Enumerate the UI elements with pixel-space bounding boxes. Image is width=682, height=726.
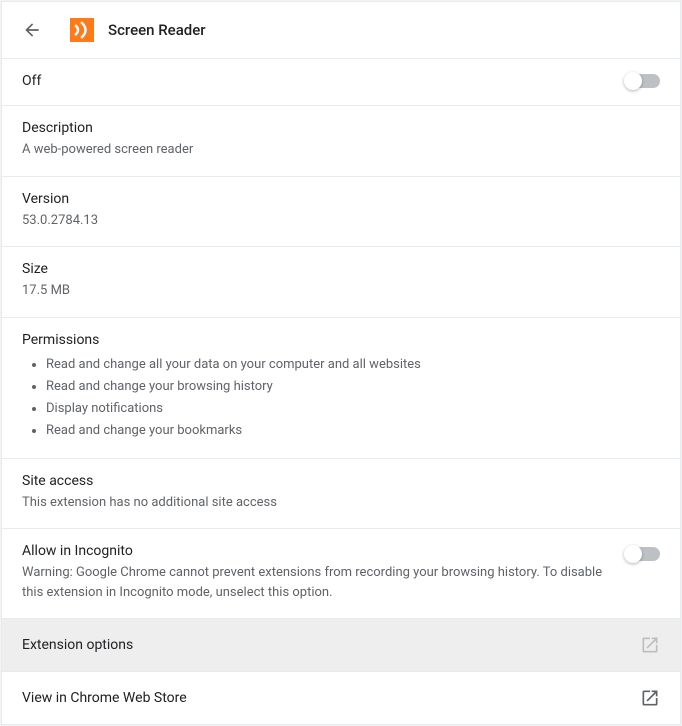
size-label: Size xyxy=(22,261,660,277)
description-section: Description A web-powered screen reader xyxy=(2,106,680,177)
incognito-warning: Warning: Google Chrome cannot prevent ex… xyxy=(22,563,606,602)
enable-state-label: Off xyxy=(22,73,41,89)
incognito-toggle[interactable] xyxy=(626,547,660,561)
extension-detail-panel: Screen Reader Off Description A web-powe… xyxy=(1,1,681,725)
back-arrow-icon[interactable] xyxy=(22,20,42,40)
incognito-section: Allow in Incognito Warning: Google Chrom… xyxy=(2,529,680,619)
permissions-section: Permissions Read and change all your dat… xyxy=(2,318,680,459)
permission-item: Read and change all your data on your co… xyxy=(46,354,660,376)
incognito-label: Allow in Incognito xyxy=(22,543,606,559)
size-value: 17.5 MB xyxy=(22,281,660,301)
permission-item: Read and change your bookmarks xyxy=(46,420,660,442)
permissions-list: Read and change all your data on your co… xyxy=(22,354,660,442)
description-value: A web-powered screen reader xyxy=(22,140,660,160)
open-external-icon xyxy=(640,635,660,655)
enable-toggle[interactable] xyxy=(626,74,660,88)
version-section: Version 53.0.2784.13 xyxy=(2,177,680,248)
permission-item: Display notifications xyxy=(46,398,660,420)
version-label: Version xyxy=(22,191,660,207)
version-value: 53.0.2784.13 xyxy=(22,211,660,231)
open-external-icon xyxy=(640,688,660,708)
site-access-value: This extension has no additional site ac… xyxy=(22,493,660,513)
permissions-label: Permissions xyxy=(22,332,660,348)
site-access-label: Site access xyxy=(22,473,660,489)
size-section: Size 17.5 MB xyxy=(2,247,680,318)
site-access-section: Site access This extension has no additi… xyxy=(2,459,680,530)
extension-title: Screen Reader xyxy=(108,21,206,39)
enable-section: Off xyxy=(2,59,680,106)
extension-options-label: Extension options xyxy=(22,637,133,653)
view-webstore-row[interactable]: View in Chrome Web Store xyxy=(2,672,680,724)
extension-options-row[interactable]: Extension options xyxy=(2,619,680,672)
permission-item: Read and change your browsing history xyxy=(46,376,660,398)
description-label: Description xyxy=(22,120,660,136)
header: Screen Reader xyxy=(2,1,680,59)
extension-app-icon xyxy=(70,18,94,42)
view-webstore-label: View in Chrome Web Store xyxy=(22,690,187,706)
